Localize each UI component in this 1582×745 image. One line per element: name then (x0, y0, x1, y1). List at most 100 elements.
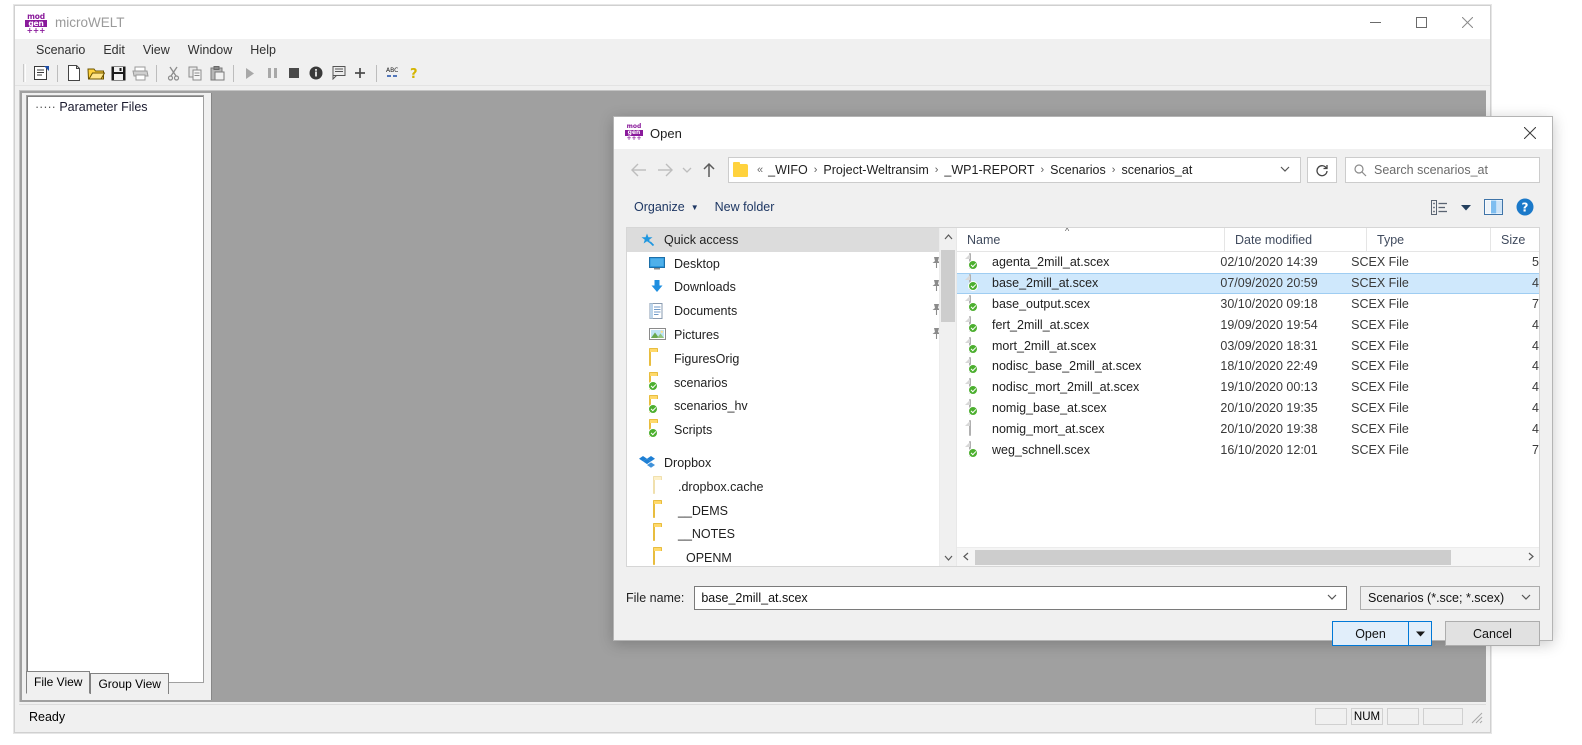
table-row[interactable]: base_output.scex 30/10/2020 09:18 SCEX F… (957, 294, 1539, 315)
spellcheck-icon[interactable]: ABC (382, 62, 404, 84)
scroll-right-icon[interactable] (1522, 552, 1539, 563)
table-row[interactable]: fert_2mill_at.scex 19/09/2020 19:54 SCEX… (957, 314, 1539, 335)
menu-item-help[interactable]: Help (241, 41, 285, 59)
open-button[interactable]: Open (1333, 622, 1409, 645)
column-header-date-modified[interactable]: Date modified (1225, 228, 1367, 252)
nav-item-downloads[interactable]: Downloads (627, 276, 956, 300)
menu-item-scenario[interactable]: Scenario (27, 41, 94, 59)
dialog-close-icon[interactable] (1507, 117, 1552, 149)
stop-icon[interactable] (283, 62, 305, 84)
print-icon[interactable] (129, 62, 151, 84)
breadcrumb-segment-2[interactable]: _WP1-REPORT (944, 163, 1034, 177)
scrollbar-thumb[interactable] (941, 250, 955, 322)
parameter-files-tree[interactable]: ····· Parameter Files (26, 95, 204, 683)
search-input[interactable]: Search scenarios_at (1345, 157, 1540, 183)
breadcrumb-chevron-down-icon[interactable] (1270, 165, 1300, 176)
nav-item-notes[interactable]: __NOTES (627, 523, 956, 547)
copy-icon[interactable] (184, 62, 206, 84)
nav-item-dems[interactable]: __DEMS (627, 499, 956, 523)
maximize-button[interactable] (1398, 6, 1444, 39)
help-icon[interactable]: ? (404, 62, 426, 84)
close-button[interactable] (1444, 6, 1490, 39)
scroll-left-icon[interactable] (957, 552, 974, 563)
file-name-chevron-down-icon[interactable] (1318, 593, 1346, 603)
table-row[interactable]: agenta_2mill_at.scex 02/10/2020 14:39 SC… (957, 252, 1539, 273)
breadcrumb-segment-4[interactable]: scenarios_at (1121, 163, 1192, 177)
save-icon[interactable] (107, 62, 129, 84)
nav-item-openm[interactable]: OPENM (627, 546, 956, 566)
paste-icon[interactable] (206, 62, 228, 84)
nav-item-dropbox-cache[interactable]: .dropbox.cache (627, 475, 956, 499)
refresh-icon[interactable] (1307, 157, 1337, 183)
back-arrow-icon[interactable] (626, 157, 652, 183)
file-type-filter-select[interactable]: Scenarios (*.sce; *.scex) (1360, 586, 1540, 610)
scex-file-icon (968, 274, 983, 292)
tree-item-parameter-files[interactable]: ····· Parameter Files (27, 96, 203, 114)
cancel-button[interactable]: Cancel (1445, 621, 1540, 646)
tab-file-view[interactable]: File View (26, 671, 91, 694)
info-icon[interactable] (305, 62, 327, 84)
table-row[interactable]: nodisc_base_2mill_at.scex 18/10/2020 22:… (957, 356, 1539, 377)
add-icon[interactable] (349, 62, 371, 84)
resize-grip[interactable] (1469, 710, 1483, 724)
breadcrumb-segment-1[interactable]: Project-Weltransim (823, 163, 928, 177)
nav-item-pictures[interactable]: Pictures (627, 323, 956, 347)
menu-item-view[interactable]: View (134, 41, 179, 59)
preview-pane-icon[interactable] (1478, 194, 1508, 220)
open-icon[interactable] (85, 62, 107, 84)
properties-icon[interactable] (30, 62, 52, 84)
dialog-body: Quick access Desktop Downloads Documents… (626, 227, 1540, 567)
nav-item-scenarios[interactable]: scenarios (627, 371, 956, 395)
help-icon[interactable]: ? (1510, 194, 1540, 220)
file-size: 4 (1532, 359, 1539, 374)
view-chevron-down-icon[interactable] (1456, 194, 1476, 220)
new-folder-button[interactable]: New folder (707, 196, 783, 218)
nav-item-scenarios-hv[interactable]: scenarios_hv (627, 395, 956, 419)
nav-item-scripts[interactable]: Scripts (627, 418, 956, 442)
scroll-down-icon[interactable] (940, 549, 956, 566)
menu-bar: Scenario Edit View Window Help (15, 39, 1490, 61)
column-header-name[interactable]: Name (957, 228, 1225, 252)
organize-button[interactable]: Organize ▼ (626, 196, 707, 218)
column-header-size[interactable]: Size (1491, 228, 1539, 252)
breadcrumb[interactable]: « _WIFO › Project-Weltransim › _WP1-REPO… (728, 157, 1301, 183)
nav-item-dropbox[interactable]: Dropbox (627, 451, 956, 475)
nav-item-quick-access[interactable]: Quick access (627, 228, 956, 252)
file-list-horizontal-scrollbar[interactable] (957, 547, 1539, 566)
file-name-input[interactable]: base_2mill_at.scex (694, 586, 1347, 610)
forward-arrow-icon[interactable] (652, 157, 678, 183)
recent-locations-chevron-down-icon[interactable] (678, 157, 696, 183)
breadcrumb-sep-3: › (1111, 164, 1116, 176)
nav-item-desktop[interactable]: Desktop (627, 252, 956, 276)
minimize-button[interactable] (1352, 6, 1398, 39)
navigation-pane-scrollbar[interactable] (939, 228, 956, 566)
column-header-type[interactable]: Type (1367, 228, 1491, 252)
scroll-up-icon[interactable] (940, 228, 956, 245)
log-icon[interactable] (327, 62, 349, 84)
run-icon[interactable] (239, 62, 261, 84)
table-row[interactable]: base_2mill_at.scex 07/09/2020 20:59 SCEX… (957, 272, 1539, 294)
scrollbar-thumb[interactable] (975, 549, 1451, 565)
view-layout-icon[interactable] (1424, 194, 1454, 220)
tab-group-view[interactable]: Group View (90, 673, 169, 694)
breadcrumb-overflow-icon[interactable]: « (752, 164, 768, 176)
cut-icon[interactable] (162, 62, 184, 84)
table-row[interactable]: mort_2mill_at.scex 03/09/2020 18:31 SCEX… (957, 335, 1539, 356)
pause-icon[interactable] (261, 62, 283, 84)
table-row[interactable]: nomig_mort_at.scex 20/10/2020 19:38 SCEX… (957, 418, 1539, 439)
table-row[interactable]: nodisc_mort_2mill_at.scex 19/10/2020 00:… (957, 377, 1539, 398)
breadcrumb-segment-0[interactable]: _WIFO (768, 163, 808, 177)
filter-chevron-down-icon[interactable] (1513, 593, 1539, 603)
table-row[interactable]: weg_schnell.scex 16/10/2020 12:01 SCEX F… (957, 439, 1539, 460)
open-dropdown-chevron-down-icon[interactable] (1409, 622, 1431, 645)
breadcrumb-segment-3[interactable]: Scenarios (1050, 163, 1106, 177)
menu-item-window[interactable]: Window (179, 41, 241, 59)
up-arrow-icon[interactable] (696, 157, 722, 183)
toolbar-grip[interactable] (23, 64, 26, 82)
menu-item-edit[interactable]: Edit (94, 41, 134, 59)
nav-item-documents[interactable]: Documents (627, 299, 956, 323)
table-row[interactable]: nomig_base_at.scex 20/10/2020 19:35 SCEX… (957, 398, 1539, 419)
open-split-button[interactable]: Open (1332, 621, 1432, 646)
nav-item-figuresorig[interactable]: FiguresOrig (627, 347, 956, 371)
new-icon[interactable] (63, 62, 85, 84)
